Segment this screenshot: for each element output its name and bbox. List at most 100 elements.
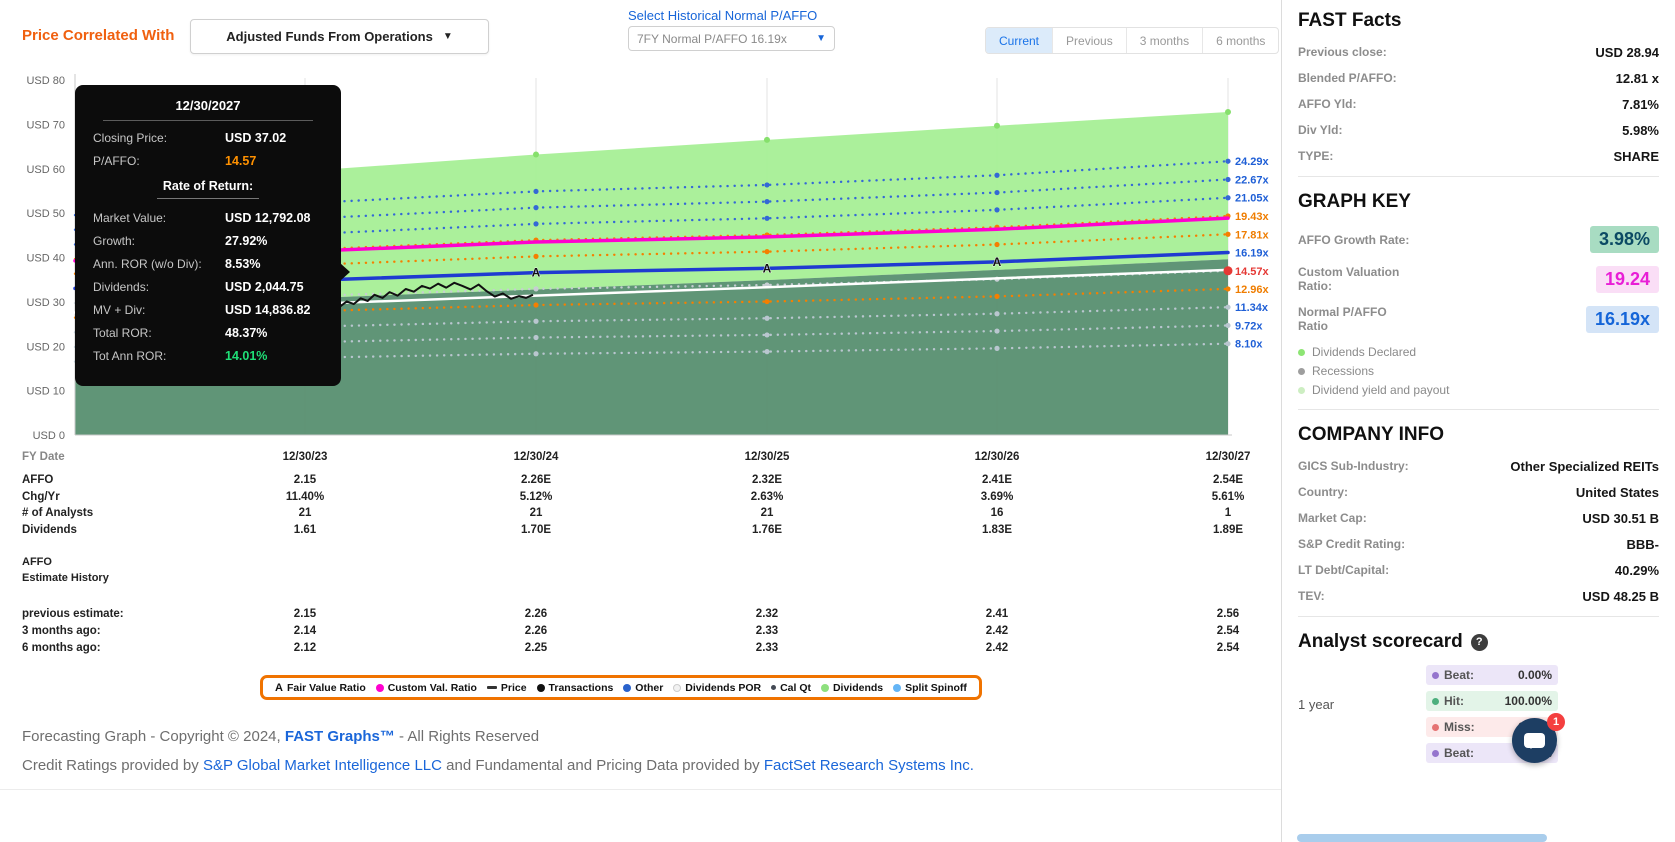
cell: 2.41E: [937, 474, 1057, 486]
cell: 2.32: [707, 608, 827, 620]
scorecard-value: 0.00%: [1518, 668, 1552, 682]
legend-item: Price: [487, 682, 527, 694]
row-label: previous estimate:: [22, 608, 124, 620]
legend-item: Other: [623, 682, 663, 694]
cell: 2.32E: [707, 474, 827, 486]
custom-valuation-ratio-value[interactable]: 19.24: [1596, 266, 1659, 293]
fact-label: AFFO Yld:: [1298, 97, 1356, 112]
scorecard-dot-icon: [1432, 750, 1439, 757]
factset-link[interactable]: FactSet Research Systems Inc.: [764, 757, 974, 774]
analyst-scorecard: 1 year Beat:0.00%Hit:100.00%Miss:0.00%Be…: [1298, 665, 1659, 769]
legend-dot-icon: [623, 684, 631, 692]
fast-facts-row: AFFO Yld:7.81%: [1298, 97, 1659, 112]
company-info-row: Market Cap:USD 30.51 B: [1298, 511, 1659, 526]
cell: 1.89E: [1168, 524, 1288, 536]
legend-item: AFair Value Ratio: [275, 682, 366, 694]
row-label: FY Date: [22, 451, 65, 463]
footer-text: Credit Ratings provided by: [22, 757, 203, 774]
tooltip-row: Ann. ROR (w/o Div):8.53%: [93, 257, 323, 271]
info-label: LT Debt/Capital:: [1298, 563, 1389, 578]
affo-growth-rate-value: 3.98%: [1590, 226, 1659, 253]
bullet-dot-icon: [1298, 349, 1305, 356]
tooltip-row-label: Tot Ann ROR:: [93, 349, 225, 363]
custom-valuation-ratio-row: Custom Valuation Ratio: 19.24: [1298, 265, 1659, 293]
cell: 2.15: [245, 608, 365, 620]
cell: 12/30/27: [1168, 451, 1288, 463]
info-label: GICS Sub-Industry:: [1298, 459, 1409, 474]
fast-graphs-link[interactable]: FAST Graphs™: [285, 728, 395, 745]
bullet-label: Dividends Declared: [1312, 345, 1416, 359]
scorecard-row: Hit:100.00%: [1426, 691, 1558, 711]
cell: 2.42: [937, 625, 1057, 637]
fact-value: 12.81 x: [1616, 71, 1659, 86]
row-label: 3 months ago:: [22, 625, 101, 637]
tooltip-row-value: 14.01%: [225, 349, 267, 363]
cell: 16: [937, 507, 1057, 519]
row-label: # of Analysts: [22, 507, 93, 519]
tooltip-row: P/AFFO:14.57: [93, 154, 323, 168]
analyst-scorecard-title: Analyst scorecard: [1298, 631, 1463, 653]
cell: 2.33: [707, 642, 827, 654]
cell: 1.61: [245, 524, 365, 536]
tooltip-row-label: Dividends:: [93, 280, 225, 294]
scorecard-row: Beat: 0.00%: [1426, 665, 1558, 685]
bullet-dot-icon: [1298, 387, 1305, 394]
cell: 2.42: [937, 642, 1057, 654]
custom-valuation-ratio-label: Custom Valuation Ratio:: [1298, 265, 1418, 293]
cell: 2.63%: [707, 491, 827, 503]
scorecard-label: Beat:: [1444, 746, 1474, 760]
chart-tooltip: 12/30/2027 Closing Price:USD 37.02P/AFFO…: [75, 85, 341, 386]
fast-facts-rows: Previous close:USD 28.94Blended P/AFFO:1…: [1298, 45, 1659, 164]
scorecard-label: Beat:: [1444, 668, 1474, 682]
cell: 2.56: [1168, 608, 1288, 620]
tooltip-row: Total ROR:48.37%: [93, 326, 323, 340]
tooltip-row-value: USD 2,044.75: [225, 280, 304, 294]
divider: [1298, 616, 1659, 617]
help-icon[interactable]: ?: [1471, 634, 1488, 651]
sidebar: FAST Facts Previous close:USD 28.94Blend…: [1281, 0, 1675, 842]
company-info-row: S&P Credit Rating:BBB-: [1298, 537, 1659, 552]
normal-paffo-ratio-value[interactable]: 16.19x: [1586, 306, 1659, 333]
cell: 2.12: [245, 642, 365, 654]
tooltip-row: Dividends:USD 2,044.75: [93, 280, 323, 294]
tooltip-date: 12/30/2027: [103, 98, 313, 121]
chat-icon: [1524, 733, 1545, 748]
legend-item: Dividends POR: [673, 682, 761, 694]
bullet-label: Recessions: [1312, 364, 1374, 378]
legend-item-label: Split Spinoff: [905, 682, 967, 694]
company-info-row: Country:United States: [1298, 485, 1659, 500]
tooltip-row: MV + Div:USD 14,836.82: [93, 303, 323, 317]
tooltip-row: Tot Ann ROR:14.01%: [93, 349, 323, 363]
cell: 11.40%: [245, 491, 365, 503]
cell: 1.76E: [707, 524, 827, 536]
table-row: AFFO2.152.26E2.32E2.41E2.54E: [0, 474, 1280, 490]
cell: 2.26E: [476, 474, 596, 486]
legend-item: Dividends: [821, 682, 883, 694]
tooltip-row-value: 27.92%: [225, 234, 267, 248]
main-area: Price Correlated With Adjusted Funds Fro…: [0, 0, 1281, 842]
legend-item-label: Transactions: [549, 682, 614, 694]
fast-facts-row: Previous close:USD 28.94: [1298, 45, 1659, 60]
legend-dot-icon: [537, 684, 545, 692]
cell: 12/30/23: [245, 451, 365, 463]
tooltip-row-value: 14.57: [225, 154, 256, 168]
info-value: USD 30.51 B: [1582, 511, 1659, 526]
graph-key-title: GRAPH KEY: [1298, 191, 1659, 213]
info-label: TEV:: [1298, 589, 1325, 604]
fact-label: Previous close:: [1298, 45, 1387, 60]
tooltip-row-value: USD 12,792.08: [225, 211, 310, 225]
fair-value-marker-icon: A: [275, 682, 283, 694]
graph-key-bullets: Dividends Declared Recessions Dividend yie…: [1298, 345, 1659, 397]
graph-key-bullet: Dividend yield and payout: [1298, 383, 1659, 397]
legend-dot-icon: [821, 684, 829, 692]
sp-global-link[interactable]: S&P Global Market Intelligence LLC: [203, 757, 442, 774]
sidebar-scrollbar[interactable]: [1297, 834, 1547, 842]
cell: 12/30/26: [937, 451, 1057, 463]
scorecard-value: 100.00%: [1505, 694, 1552, 708]
footer-line1: Forecasting Graph - Copyright © 2024, FA…: [22, 728, 539, 745]
cell: 12/30/24: [476, 451, 596, 463]
company-info-row: LT Debt/Capital:40.29%: [1298, 563, 1659, 578]
cell: 5.61%: [1168, 491, 1288, 503]
tooltip-row: Market Value:USD 12,792.08: [93, 211, 323, 225]
tooltip-row-value: USD 37.02: [225, 131, 286, 145]
